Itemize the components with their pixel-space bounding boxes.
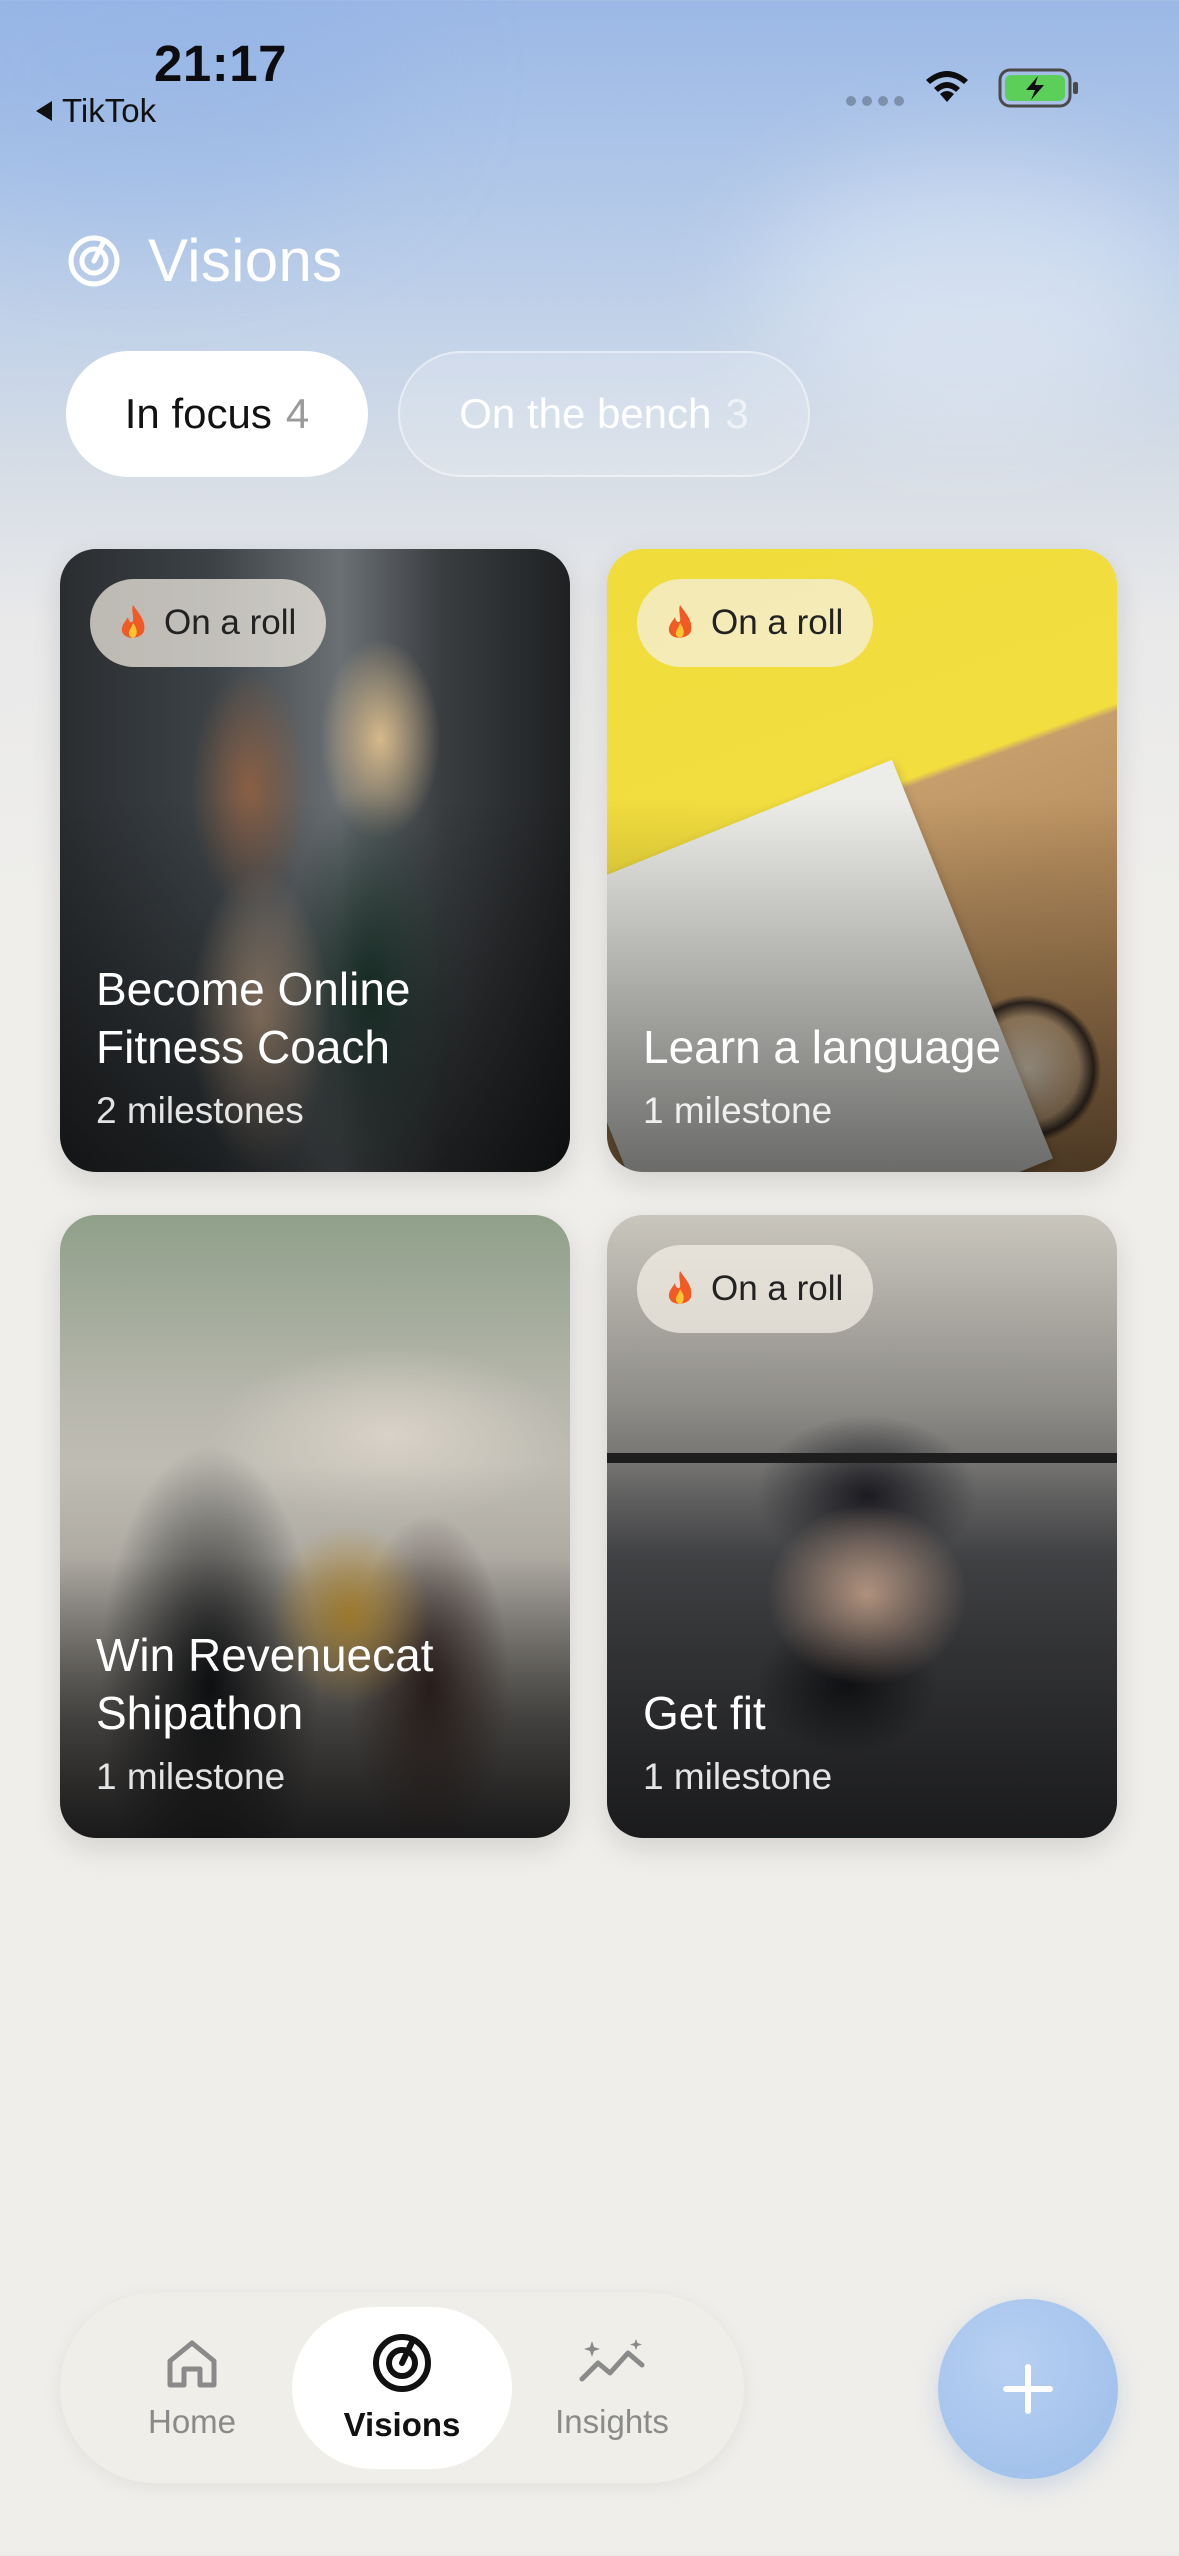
nav-label: Insights <box>555 2403 669 2440</box>
status-time: 21:17 <box>154 35 287 92</box>
nav-label: Visions <box>343 2406 461 2443</box>
flame-icon <box>668 605 692 638</box>
card-milestones: 2 milestones <box>96 1090 304 1131</box>
tab-label: On the bench <box>459 390 712 437</box>
nav-home[interactable]: Home <box>82 2307 302 2469</box>
card-title: Get fit <box>643 1687 766 1739</box>
tab-in-focus[interactable]: In focus 4 <box>66 351 368 477</box>
nav-visions[interactable]: Visions <box>292 2307 512 2469</box>
card-milestones: 1 milestone <box>96 1756 286 1797</box>
tab-label: In focus <box>124 390 272 437</box>
target-icon <box>68 235 120 286</box>
plus-icon <box>1003 2364 1053 2414</box>
vision-card[interactable]: On a roll Get fit 1 milestone <box>607 1215 1117 1838</box>
add-vision-button[interactable] <box>938 2299 1118 2479</box>
badge-label: On a roll <box>711 603 844 642</box>
status-badge: On a roll <box>90 579 327 667</box>
tab-count: 4 <box>285 390 310 437</box>
card-milestones: 1 milestone <box>643 1090 833 1131</box>
card-title: Learn a language <box>643 1021 1002 1073</box>
wifi-icon <box>926 71 968 102</box>
battery-charging-icon <box>998 68 1078 108</box>
sparkle-chart-icon <box>579 2339 645 2382</box>
cellular-signal-icon <box>846 96 904 106</box>
nav-insights[interactable]: Insights <box>502 2307 722 2469</box>
tab-on-the-bench[interactable]: On the bench 3 <box>398 351 810 477</box>
card-milestones: 1 milestone <box>643 1756 833 1797</box>
nav-label: Home <box>147 2403 237 2440</box>
vision-card[interactable]: Win Revenuecat Shipathon 1 milestone <box>60 1215 570 1838</box>
badge-label: On a roll <box>164 603 297 642</box>
vision-card[interactable]: On a roll Learn a language 1 milestone <box>607 549 1117 1172</box>
card-title: Win Revenuecat Shipathon <box>96 1629 434 1739</box>
status-badge: On a roll <box>637 1245 874 1333</box>
flame-icon <box>121 605 145 638</box>
badge-label: On a roll <box>711 1269 844 1308</box>
back-arrow-icon <box>36 101 52 121</box>
page-header: Visions <box>66 226 342 295</box>
target-icon <box>373 2334 431 2392</box>
card-title: Become Online Fitness Coach <box>96 963 411 1073</box>
tab-count: 3 <box>725 390 749 437</box>
back-app-label: TikTok <box>62 92 157 129</box>
home-icon <box>167 2340 217 2388</box>
status-badge: On a roll <box>637 579 874 667</box>
back-to-app-link[interactable]: TikTok <box>36 92 156 130</box>
vision-card[interactable]: On a roll Become Online Fitness Coach 2 … <box>60 549 570 1172</box>
flame-icon <box>668 1271 692 1304</box>
page-title: Visions <box>148 227 343 294</box>
bottom-nav: Home Visions Insights <box>60 2293 744 2483</box>
